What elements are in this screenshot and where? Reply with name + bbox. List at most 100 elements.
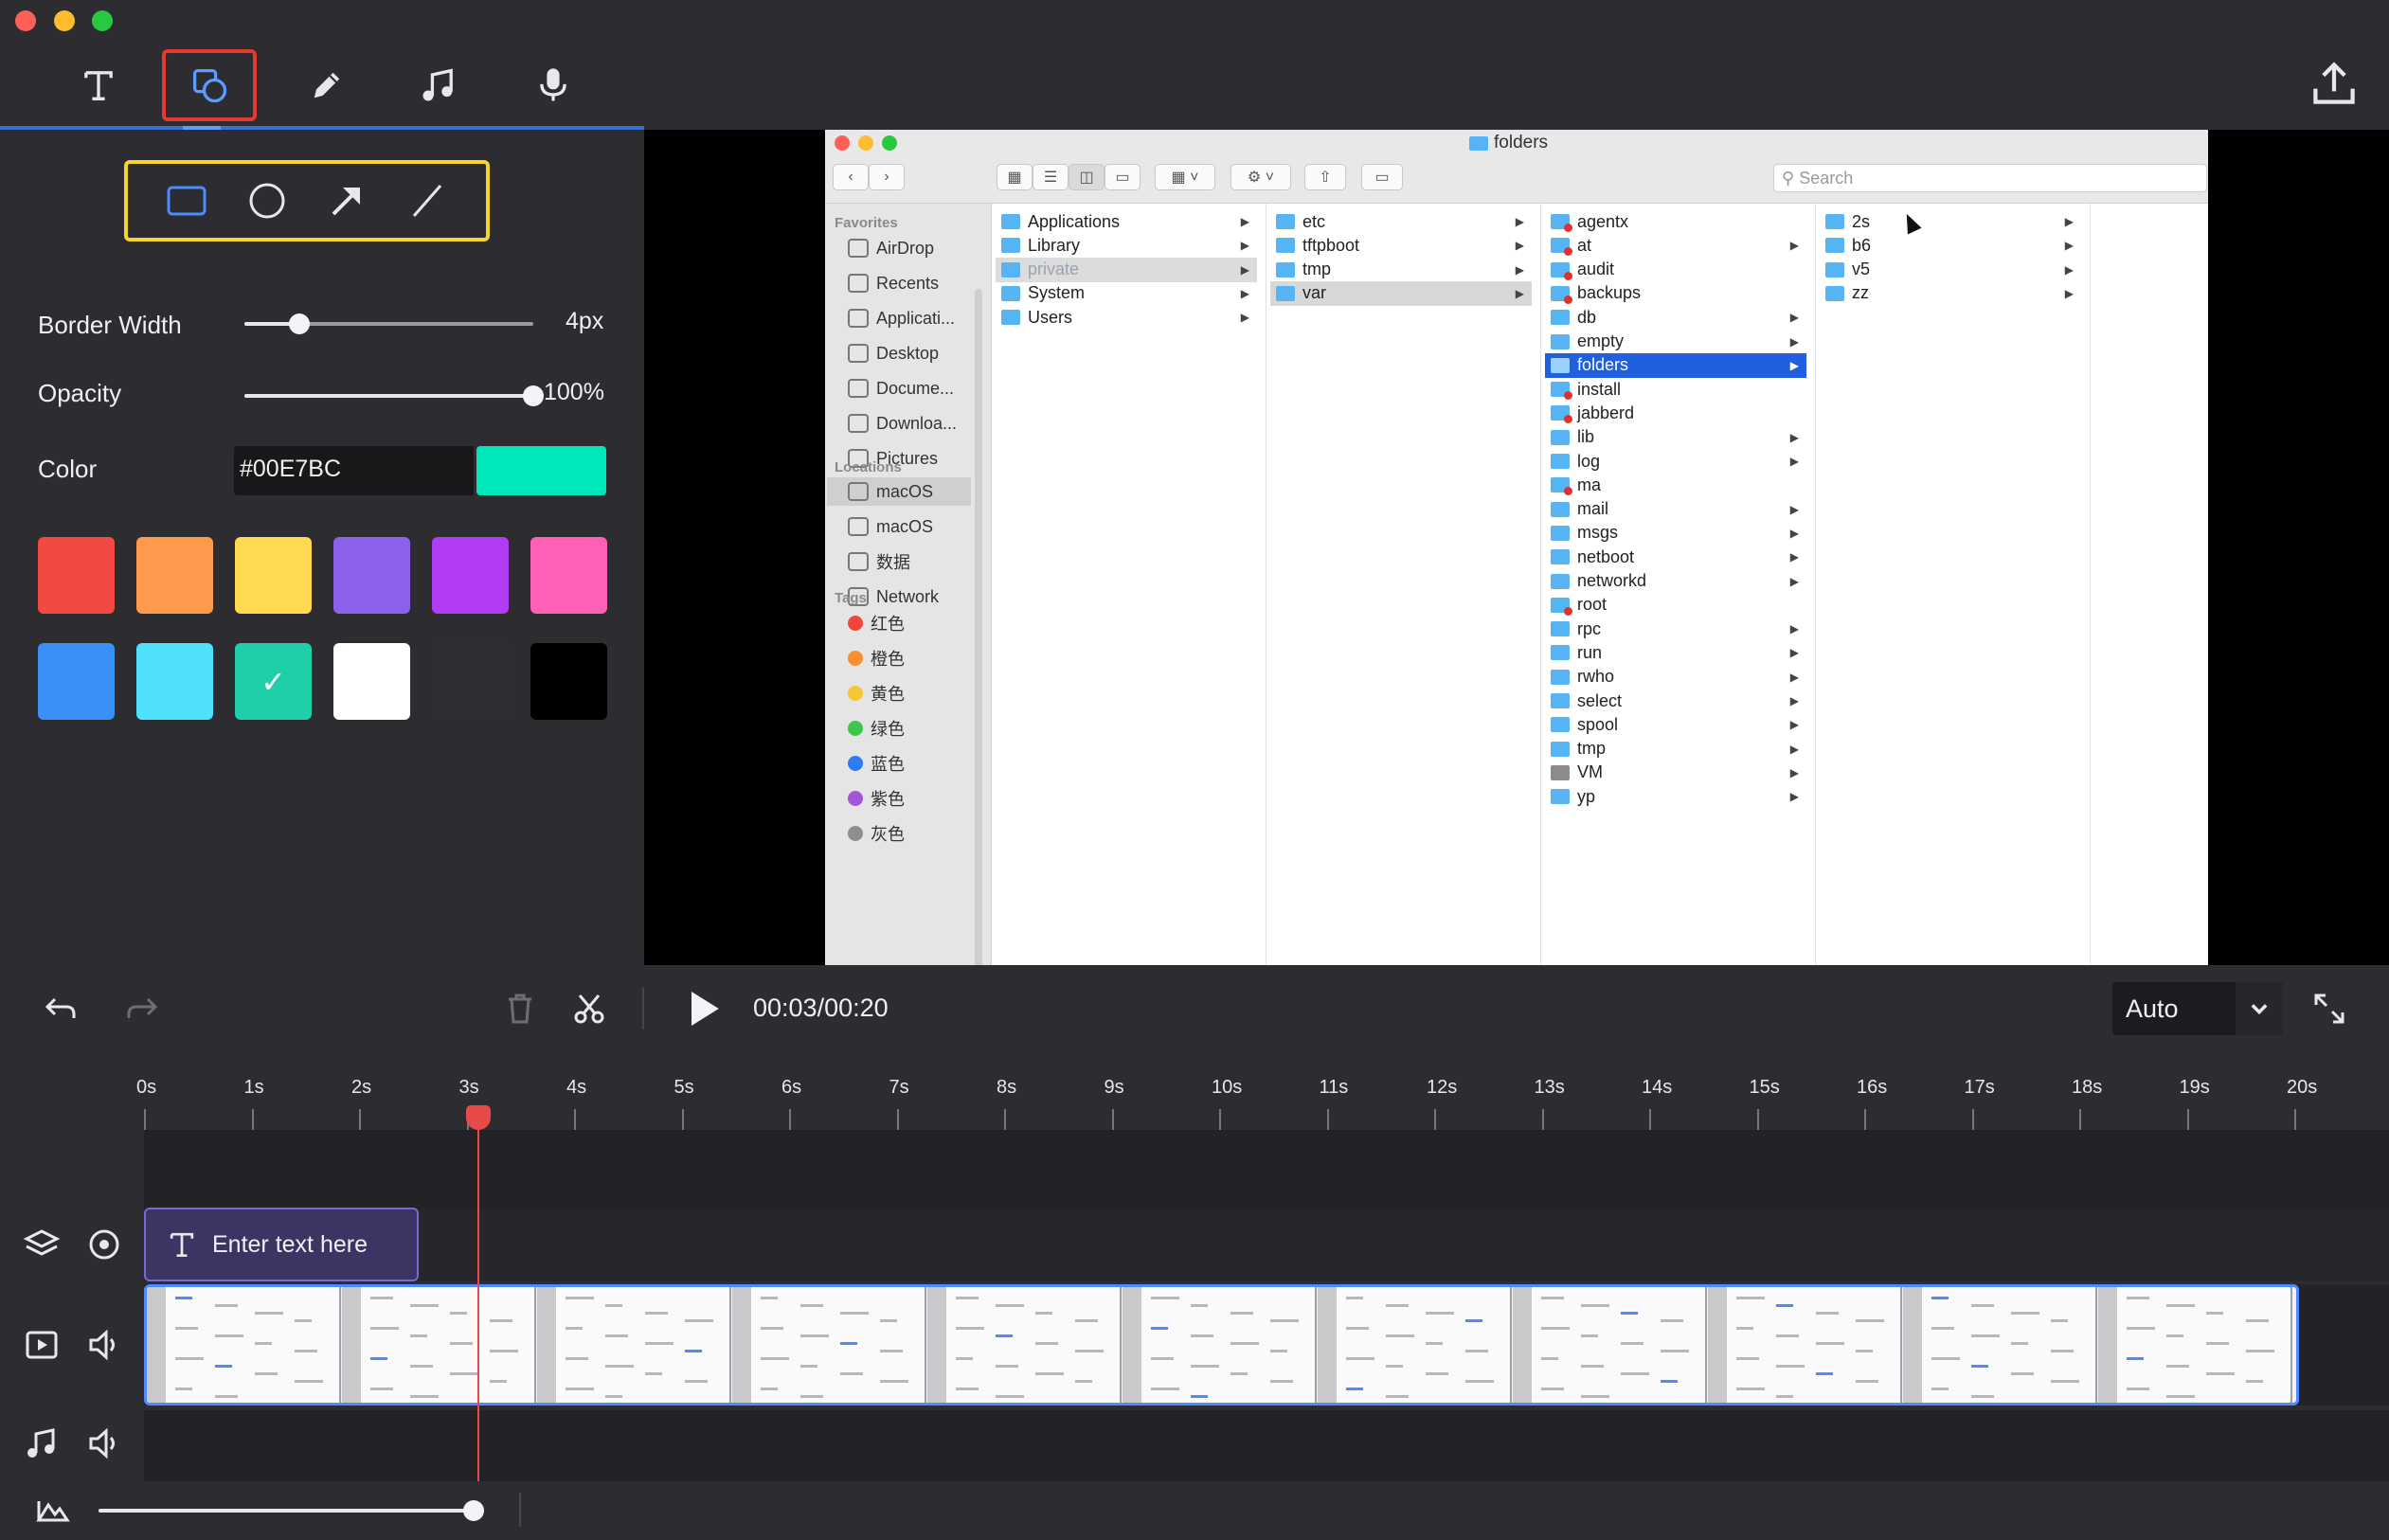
export-button[interactable] [2308,57,2361,110]
playhead-handle[interactable] [466,1105,491,1130]
thumbnail-line [1075,1319,1098,1322]
zoom-button[interactable] [32,1490,74,1531]
video-clip[interactable] [144,1284,2299,1406]
color-swatch[interactable] [38,643,115,720]
shape-tool-button[interactable] [162,49,257,121]
delete-button[interactable] [497,986,543,1031]
video-preview[interactable]: folders ‹ › ▦ ☰ ◫ ▭ ▦ ˅ ⚙ ˅ ⇧ ▭ ⚲ Search… [644,130,2389,965]
finder-item-label: audit [1577,260,1615,279]
disclosure-arrow-icon: ▶ [1240,262,1249,277]
thumbnail-line [1035,1312,1052,1315]
video-volume-button[interactable] [83,1324,125,1366]
arrow-shape-button[interactable] [323,177,370,224]
color-swatch[interactable] [530,643,607,720]
color-preview-button[interactable] [476,446,606,495]
thumbnail-line [685,1380,708,1383]
thumbnail-line [450,1342,473,1345]
tag-dot-icon [848,686,863,701]
pencil-icon [314,72,340,98]
circle-shape-button[interactable] [243,177,291,224]
folder-icon [1825,261,1844,278]
color-swatch[interactable] [530,537,607,614]
video-thumbnail [1318,1287,1512,1403]
audio-track-button[interactable] [21,1423,63,1464]
finder-item: tmp ▶ [1270,258,1532,282]
eye-icon [89,1229,119,1260]
play-button[interactable] [676,982,729,1035]
disclosure-arrow-icon: ▶ [1240,239,1249,253]
undo-button[interactable] [38,986,83,1031]
border-width-slider-knob[interactable] [289,313,310,334]
layers-button[interactable] [21,1224,63,1265]
thumbnail-line [490,1319,512,1322]
microphone-icon [540,68,566,101]
finder-sidebar-item-label: AirDrop [876,238,935,258]
finder-sidebar-heading: Locations [835,459,902,475]
zoom-mode-select[interactable]: Auto [2112,982,2283,1035]
finder-item-label: empty [1577,331,1625,350]
audio-volume-button[interactable] [83,1423,125,1464]
color-swatch[interactable] [432,643,509,720]
color-swatch[interactable] [136,537,213,614]
thumbnail-line [490,1350,518,1352]
color-swatch[interactable] [38,537,115,614]
redo-button[interactable] [119,986,165,1031]
timeline-zoom-knob[interactable] [463,1500,484,1521]
finder-sidebar: Favorites AirDrop Recents Applicati... Deskt… [825,204,992,965]
thumbnail-line [1776,1395,1793,1398]
color-swatch[interactable] [136,643,213,720]
speaker-icon [89,1427,115,1459]
border-width-slider[interactable] [244,313,533,334]
rectangle-shape-button[interactable] [163,177,210,224]
music-tool-button[interactable] [391,49,486,121]
thumbnail-line [2051,1350,2074,1352]
color-swatch[interactable] [235,537,312,614]
thumbnail-line [1581,1304,1609,1307]
pen-tool-button[interactable] [279,49,374,121]
finder-sidebar-item-label: Recents [876,273,940,293]
finder-sidebar-item-label: Desktop [876,343,940,363]
thumbnail-line [1931,1327,1954,1330]
playhead-line[interactable] [477,1109,479,1540]
folder-icon [1001,238,1020,254]
color-hex-input[interactable]: #00E7BC [234,446,474,495]
text-clip[interactable]: Enter text here [144,1208,419,1281]
thumbnail-line [1191,1334,1213,1337]
video-track-button[interactable] [21,1324,63,1366]
split-button[interactable] [566,986,612,1031]
finder-item: VM ▶ [1545,761,1806,785]
thumbnail-line [880,1380,908,1383]
timeline-zoom-slider[interactable] [99,1500,484,1521]
timeline[interactable]: 0s 1s 2s 3s 4s 5s 6s 7s 8s 9s 10s 11s 12s 13s 14s 15s 16… [0,1050,2389,1540]
finder-sidebar-item: 蓝色 [835,749,977,778]
mic-tool-button[interactable] [506,49,601,121]
color-swatch[interactable] [432,537,509,614]
layers-icon [23,1229,61,1256]
folder-icon [1551,214,1572,232]
finder-item: log ▶ [1545,449,1806,474]
opacity-slider[interactable] [244,385,544,406]
window-minimize-button[interactable] [54,10,75,31]
fullscreen-button[interactable] [2307,986,2352,1031]
visibility-button[interactable] [83,1224,125,1265]
thumbnail-line [1856,1350,1873,1352]
color-swatch[interactable] [333,537,410,614]
line-shape-button[interactable] [404,177,451,224]
window-zoom-button[interactable] [92,10,113,31]
window-close-button[interactable] [15,10,36,31]
color-swatch[interactable]: ✓ [235,643,312,720]
thumbnail-line [1426,1342,1443,1345]
color-swatch[interactable] [333,643,410,720]
finder-search-placeholder: Search [1799,169,1854,188]
folder-icon [1001,261,1020,278]
finder-sidebar-item-label: macOS [876,481,934,501]
text-tool-button[interactable] [51,49,146,121]
opacity-slider-knob[interactable] [523,385,544,406]
finder-item-label: tmp [1302,260,1332,279]
folder-icon [1551,645,1570,661]
thumbnail-line [370,1388,393,1390]
thumbnail-line [2127,1297,2149,1299]
thumbnail-line [175,1357,204,1360]
thumbnail-line [2011,1312,2039,1315]
thumbnail-line [2246,1380,2263,1383]
